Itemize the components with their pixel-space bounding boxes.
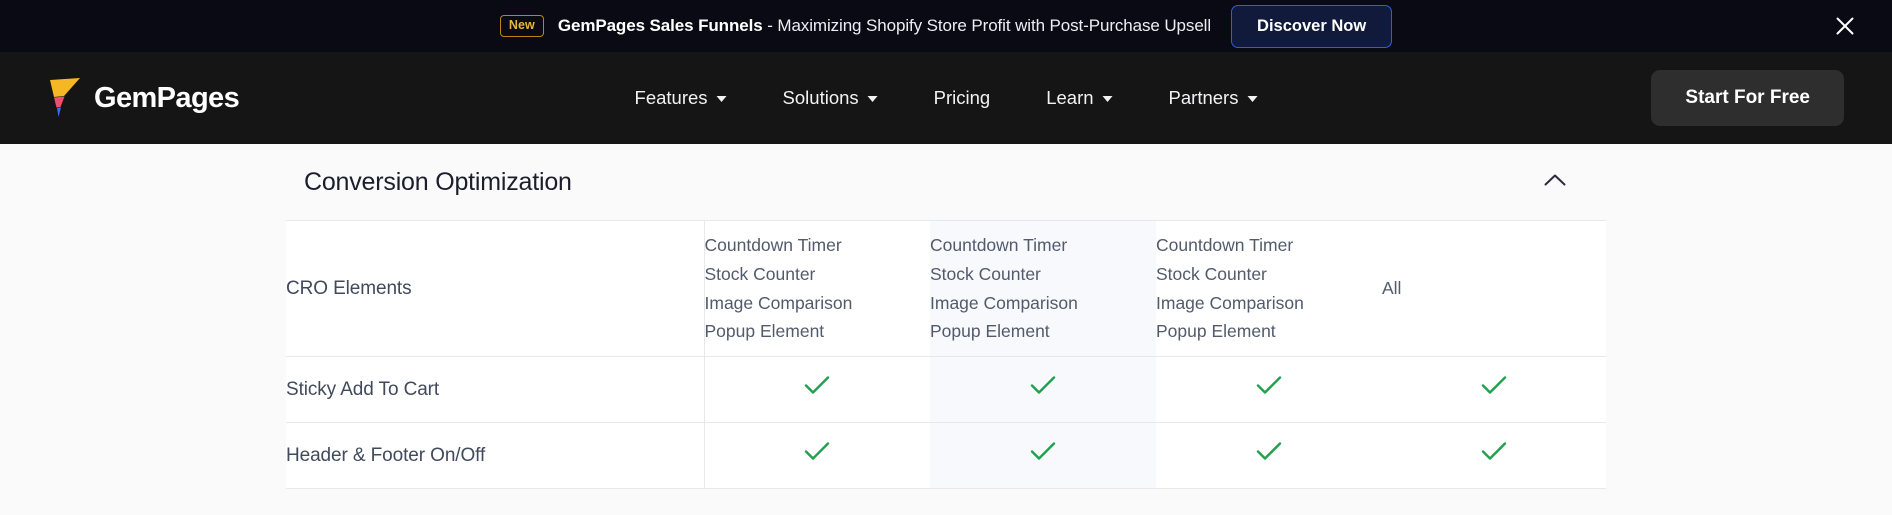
- nav-item-label: Pricing: [933, 87, 991, 108]
- check-icon: [1481, 375, 1507, 395]
- logo[interactable]: GemPages: [48, 76, 240, 120]
- table-row: Sticky Add To Cart: [286, 356, 1606, 423]
- nav-item-solutions[interactable]: Solutions: [755, 77, 906, 119]
- section-header-conversion-optimization[interactable]: Conversion Optimization: [286, 144, 1606, 220]
- chevron-down-icon: [716, 96, 727, 102]
- promo-message: New GemPages Sales Funnels - Maximizing …: [499, 15, 1211, 37]
- feature-label: Header & Footer On/Off: [286, 422, 705, 489]
- plan-cell-2: [930, 356, 1156, 423]
- promo-banner: New GemPages Sales Funnels - Maximizing …: [0, 0, 1892, 52]
- plan-cell-3: [1156, 422, 1382, 489]
- plan-cell-1: [704, 422, 930, 489]
- brand-name: GemPages: [94, 81, 240, 114]
- plan-cell-2: [930, 422, 1156, 489]
- nav-links: Features Solutions Pricing Learn Partner…: [607, 77, 1286, 119]
- nav-item-label: Solutions: [782, 87, 859, 108]
- chevron-up-icon[interactable]: [1544, 173, 1566, 192]
- chevron-down-icon: [1247, 96, 1258, 102]
- check-icon: [804, 441, 830, 461]
- nav-item-label: Learn: [1046, 87, 1094, 108]
- main-navigation: GemPages Features Solutions Pricing Lear…: [0, 52, 1892, 144]
- close-icon[interactable]: [1828, 9, 1862, 43]
- check-icon: [1030, 375, 1056, 395]
- chevron-down-icon: [1102, 96, 1113, 102]
- plan-cell-4: [1382, 422, 1606, 489]
- plan-cell-1: Countdown Timer Stock Counter Image Comp…: [704, 220, 930, 357]
- table-row: Header & Footer On/Off: [286, 422, 1606, 489]
- check-icon: [1256, 375, 1282, 395]
- nav-item-features[interactable]: Features: [607, 77, 755, 119]
- chevron-down-icon: [867, 96, 878, 102]
- discover-now-button[interactable]: Discover Now: [1231, 4, 1393, 48]
- promo-headline: GemPages Sales Funnels: [557, 16, 763, 35]
- plan-cell-4: [1382, 356, 1606, 423]
- feature-comparison-table: CRO Elements Countdown Timer Stock Count…: [286, 220, 1606, 489]
- promo-text: GemPages Sales Funnels - Maximizing Shop…: [558, 16, 1211, 36]
- promo-tail: - Maximizing Shopify Store Profit with P…: [762, 16, 1212, 35]
- check-icon: [1481, 441, 1507, 461]
- check-icon: [1256, 441, 1282, 461]
- plan-cell-3: [1156, 356, 1382, 423]
- nav-item-learn[interactable]: Learn: [1018, 77, 1140, 119]
- plan-cell-4: All: [1382, 220, 1606, 357]
- plan-cell-3: Countdown Timer Stock Counter Image Comp…: [1156, 220, 1382, 357]
- new-badge: New: [499, 15, 544, 37]
- gempages-funnel-icon: [48, 76, 82, 120]
- nav-item-pricing[interactable]: Pricing: [906, 77, 1019, 119]
- start-for-free-button[interactable]: Start For Free: [1651, 70, 1844, 126]
- feature-label: CRO Elements: [286, 220, 705, 357]
- page-title: Conversion Optimization: [304, 167, 572, 196]
- plan-cell-2: Countdown Timer Stock Counter Image Comp…: [930, 220, 1156, 357]
- check-icon: [1030, 441, 1056, 461]
- plan-cell-1: [704, 356, 930, 423]
- feature-label: Sticky Add To Cart: [286, 356, 705, 423]
- table-row: CRO Elements Countdown Timer Stock Count…: [286, 220, 1606, 357]
- nav-item-label: Features: [634, 87, 708, 108]
- comparison-section: Conversion Optimization CRO Elements Cou…: [0, 144, 1892, 515]
- nav-item-partners[interactable]: Partners: [1141, 77, 1286, 119]
- check-icon: [804, 375, 830, 395]
- nav-item-label: Partners: [1168, 87, 1239, 108]
